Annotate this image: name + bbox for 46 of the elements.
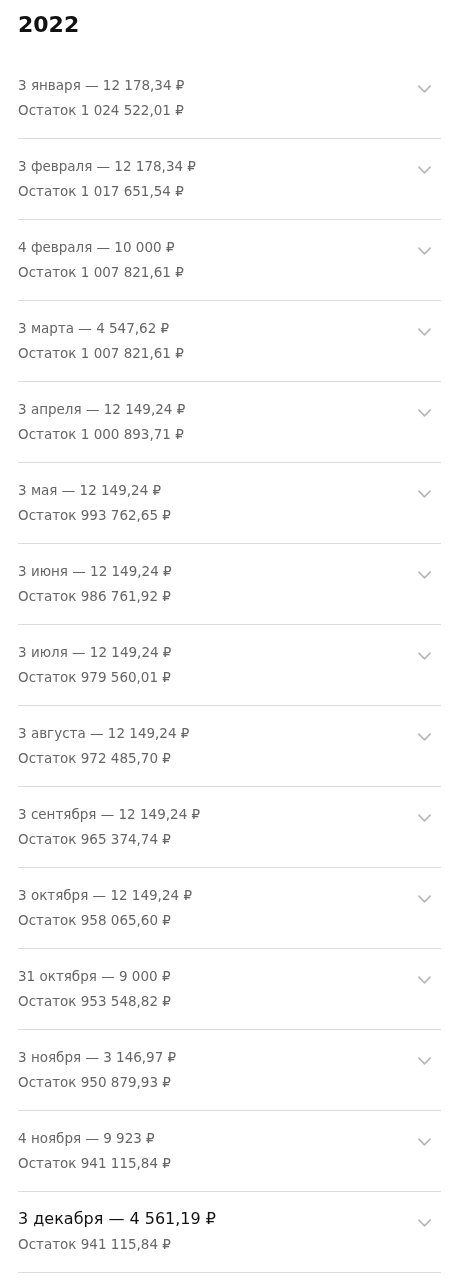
payment-title: 31 октября — 9 000 ₽	[18, 967, 171, 986]
balance-text: Остаток 972 485,70 ₽	[18, 749, 172, 768]
chevron-icon[interactable]	[418, 1218, 431, 1227]
balance-text: Остаток 1 007 821,61 ₽	[18, 344, 184, 363]
payment-title: 3 сентября — 12 149,24 ₽	[18, 805, 201, 824]
balance-text: Остаток 953 548,82 ₽	[18, 992, 171, 1011]
payment-title: 3 июня — 12 149,24 ₽	[18, 562, 172, 581]
chevron-icon[interactable]	[418, 408, 431, 417]
balance-text: Остаток 941 115,84 ₽	[18, 1235, 172, 1254]
payment-title: 4 февраля — 10 000 ₽	[18, 238, 176, 257]
balance-text: Остаток 1 007 821,61 ₽	[18, 263, 184, 282]
balance-text: Остаток 958 065,60 ₽	[18, 911, 172, 930]
chevron-icon[interactable]	[418, 489, 431, 498]
payment-title: 3 января — 12 178,34 ₽	[18, 76, 185, 95]
balance-text: Остаток 941 115,84 ₽	[18, 1154, 171, 1173]
payment-title: 4 ноября — 9 923 ₽	[18, 1129, 156, 1148]
chevron-icon[interactable]	[418, 1137, 431, 1146]
payment-title: 3 октября — 12 149,24 ₽	[18, 886, 192, 905]
chevron-icon[interactable]	[418, 165, 431, 174]
chevron-icon[interactable]	[418, 975, 431, 984]
payment-title: 3 апреля — 12 149,24 ₽	[18, 400, 186, 419]
payment-title: 3 декабря — 4 561,19 ₽	[18, 1208, 216, 1230]
chevron-icon[interactable]	[418, 1056, 431, 1065]
balance-text: Остаток 993 762,65 ₽	[18, 506, 171, 525]
payment-title: 3 марта — 4 547,62 ₽	[18, 319, 171, 338]
chevron-icon[interactable]	[418, 651, 431, 660]
balance-text: Остаток 1 000 893,71 ₽	[18, 425, 185, 444]
year-heading: 2022	[18, 11, 81, 39]
balance-text: Остаток 979 560,01 ₽	[18, 668, 172, 687]
balance-text: Остаток 1 024 522,01 ₽	[18, 101, 185, 120]
payment-title: 3 июля — 12 149,24 ₽	[18, 643, 172, 662]
balance-text: Остаток 965 374,74 ₽	[18, 830, 172, 849]
chevron-icon[interactable]	[418, 732, 431, 741]
payment-title: 3 февраля — 12 178,34 ₽	[18, 157, 196, 176]
chevron-icon[interactable]	[418, 327, 431, 336]
balance-text: Остаток 986 761,92 ₽	[18, 587, 172, 606]
payment-title: 3 мая — 12 149,24 ₽	[18, 481, 163, 500]
payment-title: 3 августа — 12 149,24 ₽	[18, 724, 190, 743]
chevron-icon[interactable]	[418, 894, 431, 903]
chevron-icon[interactable]	[418, 570, 431, 579]
chevron-icon[interactable]	[418, 246, 431, 255]
payment-title: 3 ноября — 3 146,97 ₽	[18, 1048, 177, 1067]
balance-text: Остаток 950 879,93 ₽	[18, 1073, 172, 1092]
chevron-icon[interactable]	[418, 813, 431, 822]
balance-text: Остаток 1 017 651,54 ₽	[18, 182, 185, 201]
chevron-icon[interactable]	[418, 84, 431, 93]
